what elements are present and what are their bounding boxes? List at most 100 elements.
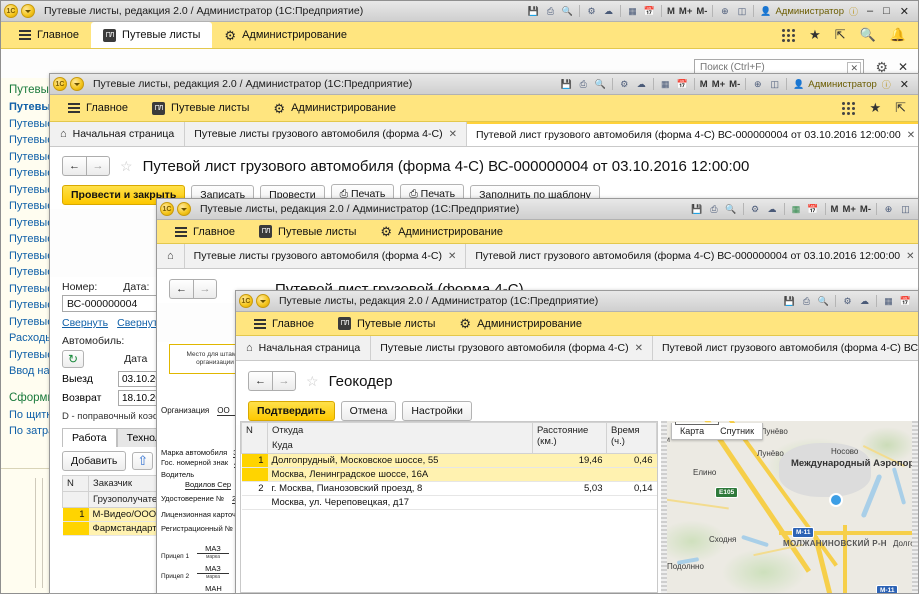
window3-tabstrip[interactable]: ⌂ Путевые листы грузового автомобиля (фо… — [157, 244, 918, 269]
calculator-icon[interactable]: ▦ — [881, 294, 896, 309]
row2-to[interactable]: Москва, ул. Череповецкая, д17 — [268, 496, 533, 510]
save-icon[interactable]: 💾 — [690, 202, 705, 217]
import-icon[interactable]: ☁ — [857, 294, 872, 309]
tab-home[interactable]: ⌂ — [157, 244, 185, 268]
zoom-icon[interactable]: ⊕ — [750, 77, 765, 92]
map-type-map-button[interactable]: Карта — [672, 423, 712, 439]
memory-m-minus-button[interactable]: M- — [695, 6, 708, 17]
window2-menubar-tools[interactable]: ★ ⇱ — [842, 100, 918, 116]
window4-section-menu[interactable]: Главное ПЛ Путевые листы ⚙ Администриров… — [236, 312, 918, 336]
nav-back-button[interactable]: ← — [248, 371, 272, 391]
history-icon[interactable]: ⇱ — [835, 27, 846, 43]
window-geocoder[interactable]: 1C Путевые листы, редакция 2.0 / Админис… — [235, 290, 919, 594]
nav-forward-button[interactable]: → — [86, 156, 110, 176]
window4-route-table-container[interactable]: N Откуда Расстояние (км.) Время (ч.) Куд… — [240, 421, 658, 593]
number-input[interactable] — [62, 295, 158, 312]
menu-item-main[interactable]: Главное — [7, 22, 91, 48]
window3-titlebar-tools[interactable]: 💾 ⎙ 🔍 ⚙ ☁ ▦ 📅 M M+ M- ⊕ ◫ — [690, 202, 915, 217]
window1-maximize-button[interactable]: □ — [879, 5, 894, 17]
calendar-icon[interactable]: 📅 — [675, 77, 690, 92]
menu-item-main[interactable]: Главное — [56, 95, 140, 121]
inner-tab-work[interactable]: Работа — [62, 428, 117, 447]
close-icon[interactable]: ✕ — [449, 129, 457, 140]
tab-waybill-doc[interactable]: Путевой лист грузового автомобиля (форма… — [466, 244, 919, 268]
menu-item-waybills[interactable]: ПЛ Путевые листы — [91, 22, 212, 48]
menu-item-administration[interactable]: ⚙ Администрирование — [447, 312, 594, 335]
settings-button[interactable]: Настройки — [402, 401, 472, 421]
window2-tabstrip[interactable]: ⌂ Начальная страница Путевые листы грузо… — [50, 122, 918, 147]
map-panel[interactable]: Лунёво Лунёво Носово Елино Сходня Подолн… — [661, 421, 918, 593]
export-icon[interactable]: ⚙ — [617, 77, 632, 92]
row1-to[interactable]: Москва, Ленинградское шоссе, 16А — [268, 468, 533, 482]
close-icon[interactable]: ✕ — [906, 251, 914, 262]
route-table[interactable]: N Откуда Расстояние (км.) Время (ч.) Куд… — [241, 422, 657, 510]
search-input[interactable] — [700, 62, 847, 73]
window3-titlebar[interactable]: 1C Путевые листы, редакция 2.0 / Админис… — [157, 199, 918, 220]
memory-m-minus-button[interactable]: M- — [859, 204, 872, 215]
collapse-link[interactable]: Свернуть — [62, 317, 108, 329]
export-icon[interactable]: ⚙ — [748, 202, 763, 217]
preview-icon[interactable]: 🔍 — [816, 294, 831, 309]
table-row-sub[interactable]: Москва, Ленинградское шоссе, 16А — [242, 468, 657, 482]
export-icon[interactable]: ⚙ — [840, 294, 855, 309]
refresh-icon[interactable]: ↻ — [62, 350, 84, 368]
window2-titlebar[interactable]: 1C Путевые листы, редакция 2.0 / Админис… — [50, 74, 918, 95]
print-icon[interactable]: ⎙ — [543, 4, 558, 19]
menu-item-administration[interactable]: ⚙ Администрирование — [212, 22, 359, 48]
confirm-button[interactable]: Подтвердить — [248, 401, 335, 421]
window3-menu-dropdown-icon[interactable] — [177, 202, 191, 216]
window2-section-menu[interactable]: Главное ПЛ Путевые листы ⚙ Администриров… — [50, 95, 918, 122]
calendar-icon[interactable]: 📅 — [806, 202, 821, 217]
menu-item-administration[interactable]: ⚙ Администрирование — [368, 220, 515, 243]
split-view-icon[interactable]: ◫ — [767, 77, 782, 92]
apps-grid-icon[interactable] — [842, 102, 855, 115]
window1-section-menu[interactable]: Главное ПЛ Путевые листы ⚙ Администриров… — [1, 22, 918, 49]
favorite-star-icon[interactable]: ☆ — [120, 158, 133, 175]
import-icon[interactable]: ☁ — [765, 202, 780, 217]
search-clear-icon[interactable]: ✕ — [847, 62, 861, 74]
close-icon[interactable]: ✕ — [448, 251, 456, 262]
window2-titlebar-tools[interactable]: 💾 ⎙ 🔍 ⚙ ☁ ▦ 📅 M M+ M- ⊕ ◫ 👤 Администрато… — [559, 77, 915, 92]
calculator-icon[interactable]: ▦ — [658, 77, 673, 92]
calculator-icon[interactable]: ▦ — [789, 202, 804, 217]
tab-waybill-list[interactable]: Путевые листы грузового автомобиля (форм… — [185, 122, 467, 146]
nav-forward-button[interactable]: → — [193, 279, 217, 299]
table-row-sub[interactable]: Москва, ул. Череповецкая, д17 — [242, 496, 657, 510]
preview-icon[interactable]: 🔍 — [593, 77, 608, 92]
preview-icon[interactable]: 🔍 — [724, 202, 739, 217]
notifications-bell-icon[interactable]: 🔔 — [890, 27, 906, 43]
menu-item-main[interactable]: Главное — [163, 220, 247, 243]
window1-titlebar[interactable]: 1C Путевые листы, редакция 2.0 / Админис… — [1, 1, 918, 22]
zoom-icon[interactable]: ⊕ — [717, 4, 732, 19]
row1-from[interactable]: Долгопрудный, Московское шоссе, 55 — [268, 454, 533, 468]
favorites-star-icon[interactable]: ★ — [809, 27, 821, 43]
window3-section-menu[interactable]: Главное ПЛ Путевые листы ⚙ Администриров… — [157, 220, 918, 244]
close-icon[interactable]: ✕ — [635, 343, 643, 354]
nav-back-button[interactable]: ← — [62, 156, 86, 176]
search-icon[interactable]: 🔍 — [860, 27, 876, 43]
save-icon[interactable]: 💾 — [782, 294, 797, 309]
nav-buttons[interactable]: ← → — [62, 156, 110, 176]
memory-m-minus-button[interactable]: M- — [728, 79, 741, 90]
memory-m-plus-button[interactable]: M+ — [841, 204, 856, 215]
window1-splitter-handle[interactable] — [29, 478, 51, 588]
save-icon[interactable]: 💾 — [559, 77, 574, 92]
split-view-icon[interactable]: ◫ — [898, 202, 913, 217]
window1-minimize-button[interactable]: – — [863, 5, 877, 17]
window1-close-button[interactable]: ✕ — [896, 5, 913, 18]
window1-titlebar-tools[interactable]: 💾 ⎙ 🔍 ⚙ ☁ ▦ 📅 M M+ M- ⊕ ◫ 👤 Администрато… — [526, 4, 915, 19]
window4-titlebar-tools[interactable]: 💾 ⎙ 🔍 ⚙ ☁ ▦ 📅 — [782, 294, 915, 309]
import-icon[interactable]: ☁ — [601, 4, 616, 19]
memory-m-button[interactable]: M — [830, 204, 840, 215]
tab-waybill-list[interactable]: Путевые листы грузового автомобиля (форм… — [371, 336, 653, 360]
info-icon[interactable]: ⓘ — [879, 77, 894, 92]
tab-waybill-list[interactable]: Путевые листы грузового автомобиля (форм… — [185, 244, 467, 268]
table-row[interactable]: 1 Долгопрудный, Московское шоссе, 55 19,… — [242, 454, 657, 468]
window2-menu-dropdown-icon[interactable] — [70, 77, 84, 91]
tab-home[interactable]: ⌂ Начальная страница — [236, 336, 371, 360]
print-icon[interactable]: ⎙ — [576, 77, 591, 92]
tab-home[interactable]: ⌂ Начальная страница — [50, 122, 185, 146]
print-icon[interactable]: ⎙ — [799, 294, 814, 309]
split-view-icon[interactable]: ◫ — [734, 4, 749, 19]
tab-waybill-doc-2[interactable]: Путевой лист грузового автомобиля (форма… — [653, 336, 919, 360]
